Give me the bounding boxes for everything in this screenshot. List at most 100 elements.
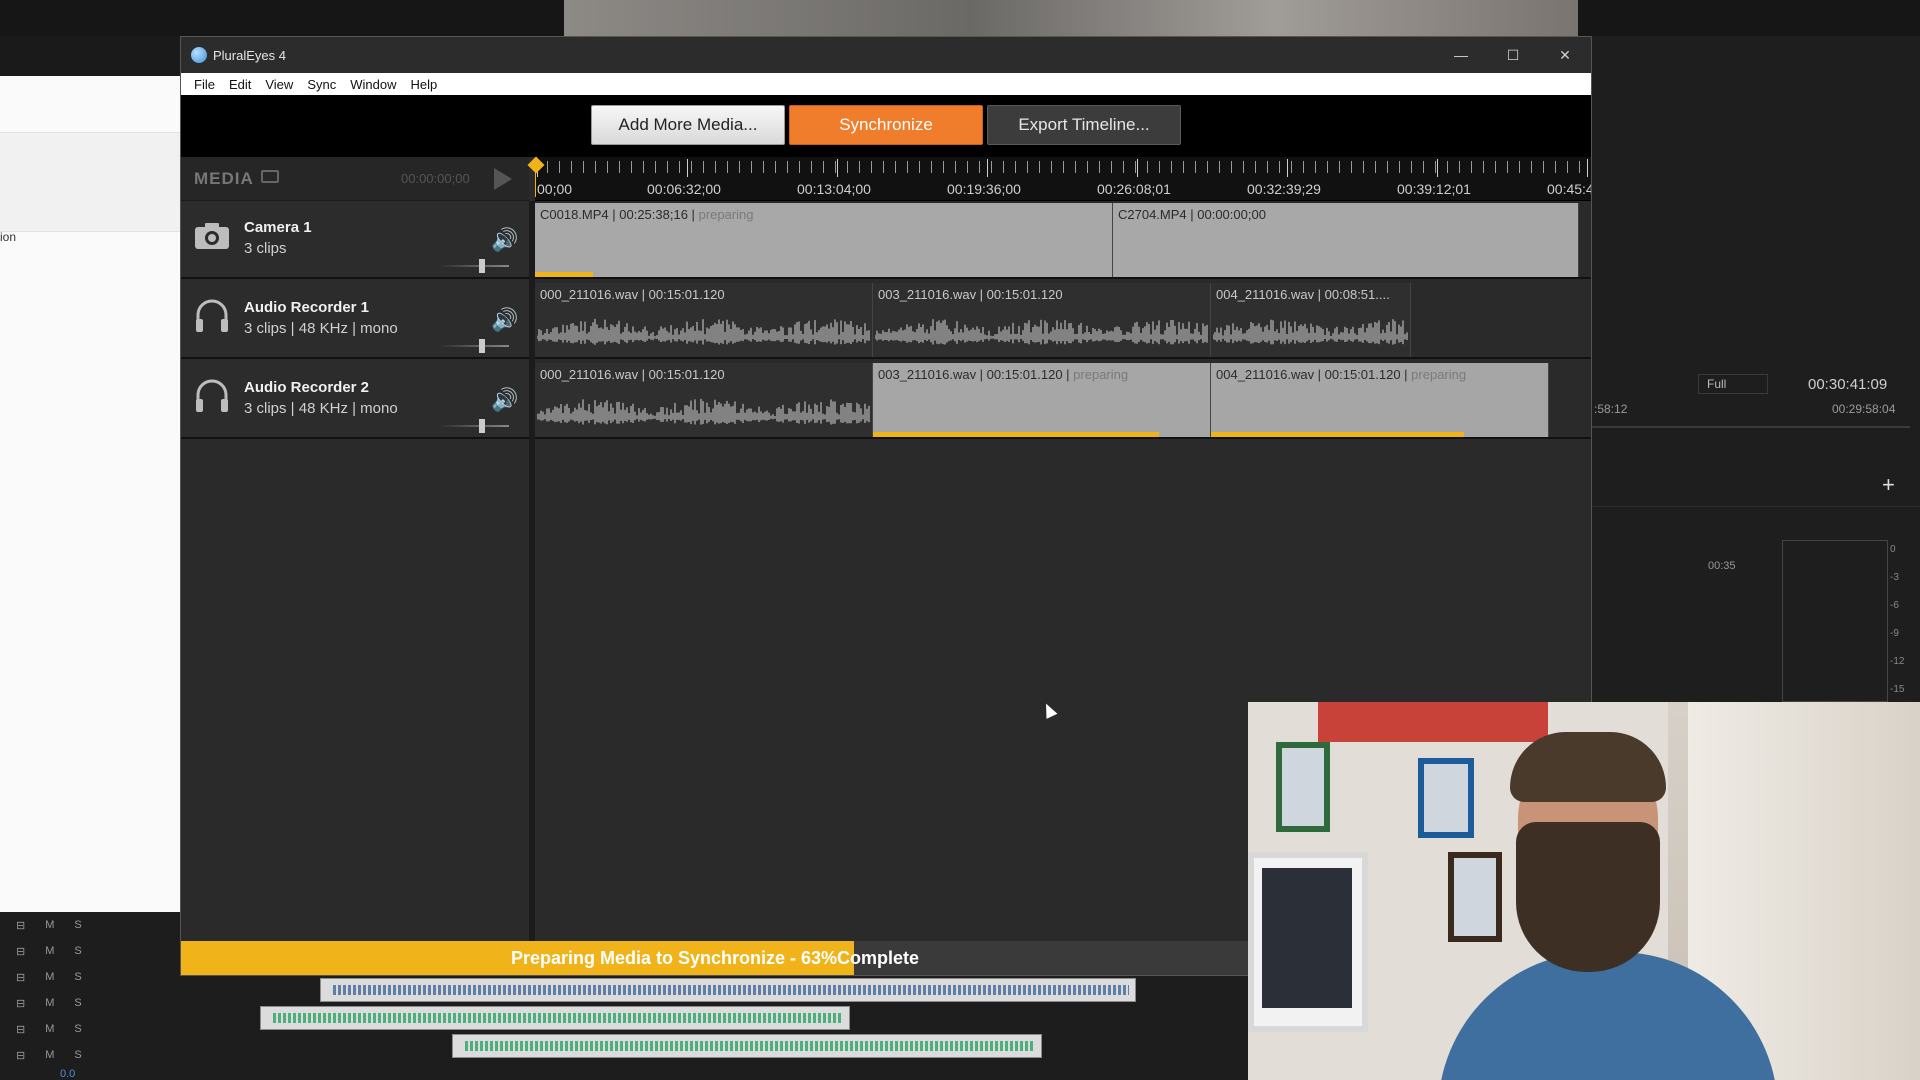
clip-000-211016[interactable]: 000_211016.wav | 00:15:01.120 xyxy=(535,363,873,437)
audio-meter xyxy=(1782,540,1888,702)
ruler-label: 00:06:32;00 xyxy=(647,181,721,197)
volume-slider-handle[interactable] xyxy=(479,339,485,353)
clip-waveform xyxy=(537,398,870,425)
panel-splitter[interactable] xyxy=(529,201,535,941)
volume-slider[interactable] xyxy=(439,345,509,347)
timeline-clip[interactable] xyxy=(320,978,1136,1002)
minimize-button[interactable]: — xyxy=(1435,37,1487,73)
clip-progress-bar xyxy=(535,272,593,277)
timeline-track-header: ⊟ M S xyxy=(16,1049,82,1062)
volume-slider-handle[interactable] xyxy=(479,419,485,433)
volume-slider[interactable] xyxy=(439,265,509,267)
close-button[interactable]: ✕ xyxy=(1539,37,1591,73)
clip-c0018[interactable]: C0018.MP4 | 00:25:38;16 | preparing xyxy=(535,203,1113,277)
ruler-label: 00:26:08;01 xyxy=(1097,181,1171,197)
track-details: 3 clips | 48 KHz | mono xyxy=(244,320,398,337)
program-timecode-start: :58:12 xyxy=(1594,402,1628,416)
timeline-zoom-value: 0.0 xyxy=(60,1068,76,1080)
track-audio-recorder-1: Audio Recorder 1 3 clips | 48 KHz | mono… xyxy=(181,281,1591,359)
sync-progress-text: Preparing Media to Synchronize - 63%Comp… xyxy=(510,948,920,968)
ruler-major-tick xyxy=(1437,159,1438,177)
menu-view[interactable]: View xyxy=(258,77,300,92)
volume-icon[interactable]: 🔊 xyxy=(491,307,518,333)
track-name: Audio Recorder 2 xyxy=(244,379,370,396)
ruler-major-tick xyxy=(1287,159,1288,177)
mouse-cursor xyxy=(1040,701,1058,719)
clip-label: C2704.MP4 | 00:00:00;00 xyxy=(1118,207,1266,222)
timeline-track-header: ⊟ M S xyxy=(16,997,82,1010)
track-lane: 000_211016.wav | 00:15:01.120 003_211016… xyxy=(535,281,1591,357)
track-name: Audio Recorder 1 xyxy=(244,299,370,316)
ruler-label: 00:13:04;00 xyxy=(797,181,871,197)
volume-slider[interactable] xyxy=(439,425,509,427)
timeline-clip[interactable] xyxy=(452,1034,1042,1058)
volume-slider-handle[interactable] xyxy=(479,259,485,273)
monitor-icon[interactable] xyxy=(261,170,279,183)
clip-label: C0018.MP4 | 00:25:38;16 | preparing xyxy=(540,207,754,222)
track-lane: C0018.MP4 | 00:25:38;16 | preparing C270… xyxy=(535,201,1591,277)
program-timecode-end: 00:29:58:04 xyxy=(1832,402,1896,416)
window-title: PluralEyes 4 xyxy=(213,47,286,63)
webcam-poster xyxy=(1318,702,1548,742)
export-timeline-button[interactable]: Export Timeline... xyxy=(987,105,1181,145)
timeline-clip[interactable] xyxy=(260,1006,850,1030)
headphones-icon xyxy=(196,379,228,412)
media-timecode: 00:00:00;00 xyxy=(401,171,470,186)
menu-window[interactable]: Window xyxy=(343,77,403,92)
clip-label: 003_211016.wav | 00:15:01.120 | preparin… xyxy=(878,367,1129,382)
add-icon[interactable]: + xyxy=(1882,472,1895,498)
menu-bar: File Edit View Sync Window Help xyxy=(181,73,1591,95)
background-program-monitor: Full 00:30:41:09 :58:12 00:29:58:04 + 00… xyxy=(1592,36,1920,702)
track-details: 3 clips | 48 KHz | mono xyxy=(244,400,398,417)
webcam-picture-frame xyxy=(1448,852,1502,942)
webcam-overlay xyxy=(1248,702,1920,1080)
clip-000-211016[interactable]: 000_211016.wav | 00:15:01.120 xyxy=(535,283,873,357)
volume-icon[interactable]: 🔊 xyxy=(491,227,518,253)
timeline-track-header: ⊟ M S xyxy=(16,945,82,958)
background-panel-row xyxy=(0,132,180,232)
clip-003-211016[interactable]: 003_211016.wav | 00:15:01.120 | preparin… xyxy=(873,363,1211,437)
ruler-ticks xyxy=(535,161,1591,173)
clip-004-211016[interactable]: 004_211016.wav | 00:08:51.... xyxy=(1211,283,1411,357)
clip-003-211016[interactable]: 003_211016.wav | 00:15:01.120 xyxy=(873,283,1211,357)
media-panel-header: MEDIA 00:00:00;00 xyxy=(181,157,529,201)
ruler-major-tick xyxy=(1137,159,1138,177)
timeline-track-header: ⊟ M S xyxy=(16,1023,82,1036)
track-name: Camera 1 xyxy=(244,219,312,236)
track-info: Audio Recorder 1 3 clips | 48 KHz | mono… xyxy=(181,281,529,357)
ruler-label: 00:19:36;00 xyxy=(947,181,1021,197)
toolbar: Add More Media... Synchronize Export Tim… xyxy=(181,95,1591,157)
program-timecode: 00:30:41:09 xyxy=(1808,376,1888,393)
sync-progress-bar: Preparing Media to Synchronize - 63%Comp… xyxy=(181,941,1249,975)
zoom-select[interactable]: Full xyxy=(1698,374,1768,394)
clip-label: 003_211016.wav | 00:15:01.120 xyxy=(878,287,1063,302)
menu-edit[interactable]: Edit xyxy=(222,77,258,92)
background-left-panel: ion xyxy=(0,76,180,912)
menu-file[interactable]: File xyxy=(187,77,222,92)
volume-icon[interactable]: 🔊 xyxy=(491,387,518,413)
play-icon[interactable] xyxy=(494,168,512,190)
program-scrub-bar[interactable] xyxy=(1592,426,1910,428)
synchronize-button[interactable]: Synchronize xyxy=(789,105,983,145)
headphones-icon xyxy=(196,299,228,332)
track-info: Audio Recorder 2 3 clips | 48 KHz | mono… xyxy=(181,361,529,437)
track-details: 3 clips xyxy=(244,240,287,257)
menu-help[interactable]: Help xyxy=(403,77,444,92)
webcam-monitor xyxy=(1248,852,1368,1032)
track-audio-recorder-2: Audio Recorder 2 3 clips | 48 KHz | mono… xyxy=(181,361,1591,439)
clip-progress-bar xyxy=(1211,432,1464,437)
track-info: Camera 1 3 clips 🔊 xyxy=(181,201,529,277)
clip-004-211016[interactable]: 004_211016.wav | 00:15:01.120 | preparin… xyxy=(1211,363,1549,437)
ruler-label: 00:39:12;01 xyxy=(1397,181,1471,197)
timeline-track-header: ⊟ M S xyxy=(16,919,82,932)
timeline-ruler[interactable]: 00;00 00:06:32;00 00:13:04;00 00:19:36;00 00… xyxy=(535,157,1591,201)
pluraleyes-app-icon xyxy=(191,47,207,63)
menu-sync[interactable]: Sync xyxy=(300,77,343,92)
webcam-picture-frame xyxy=(1418,758,1474,838)
ruler-label: 00:32:39;29 xyxy=(1247,181,1321,197)
title-bar: PluralEyes 4 — ☐ ✕ xyxy=(181,37,1591,73)
ruler-label: 00;00 xyxy=(537,181,573,197)
add-more-media-button[interactable]: Add More Media... xyxy=(591,105,785,145)
clip-c2704[interactable]: C2704.MP4 | 00:00:00;00 xyxy=(1113,203,1579,277)
maximize-button[interactable]: ☐ xyxy=(1487,37,1539,73)
